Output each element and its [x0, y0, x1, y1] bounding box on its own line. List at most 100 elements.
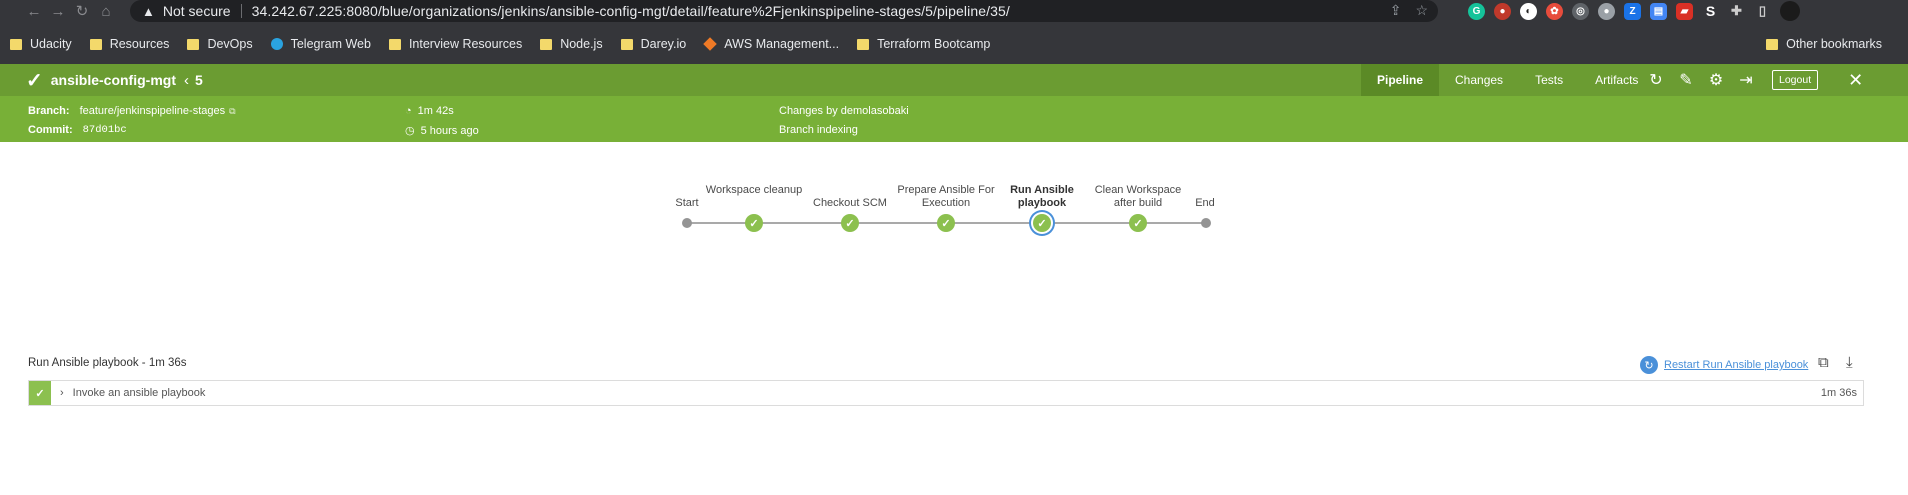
bookmark-udacity[interactable]: Udacity — [10, 37, 72, 51]
stage-label-start: Start — [675, 197, 699, 209]
time-info: ◷ 5 hours ago — [405, 124, 479, 138]
run-number: 5 — [195, 72, 203, 88]
bookmark-dareyio[interactable]: Darey.io — [620, 37, 686, 51]
chevron-right-icon[interactable]: › — [60, 387, 64, 399]
run-header: ✓ ansible-config-mgt ‹ 5 Pipeline Change… — [0, 64, 1908, 96]
stage-node-prepare-ansible[interactable]: ✓ — [937, 214, 955, 232]
folder-icon — [388, 38, 401, 50]
tab-changes[interactable]: Changes — [1439, 64, 1519, 96]
restart-stage-button[interactable]: ↻ Restart Run Ansible playbook — [1640, 356, 1808, 374]
address-actions: ⇪ ☆ — [1390, 2, 1428, 19]
extensions-puzzle-icon[interactable]: ✚ — [1728, 2, 1745, 20]
restart-link[interactable]: Restart Run Ansible playbook — [1664, 359, 1808, 371]
restart-icon: ↻ — [1640, 356, 1658, 374]
reload-icon[interactable]: ↻ — [70, 2, 94, 20]
run-tabs: Pipeline Changes Tests Artifacts — [1361, 64, 1654, 96]
grammarly-icon[interactable]: G — [1468, 2, 1485, 20]
bookmark-aws[interactable]: AWS Management... — [703, 37, 840, 51]
stage-node-checkout-scm[interactable]: ✓ — [841, 214, 859, 232]
stage-node-clean-workspace[interactable]: ✓ — [1129, 214, 1147, 232]
address-divider — [240, 4, 242, 18]
side-panel-icon[interactable]: ▯ — [1754, 2, 1771, 20]
stopwatch-icon: ◔ — [405, 105, 412, 117]
back-icon[interactable]: ← — [22, 3, 46, 20]
branch-label: Branch: — [28, 105, 70, 117]
bookmark-label: Resources — [109, 37, 170, 51]
step-duration: 1m 36s — [1820, 387, 1857, 399]
bookmark-label: Udacity — [30, 37, 72, 51]
url-text[interactable]: 34.242.67.225:8080/blue/organizations/je… — [252, 3, 1010, 19]
bookmark-label: Interview Resources — [408, 37, 523, 51]
bookmark-devops[interactable]: DevOps — [187, 37, 253, 51]
aws-icon — [703, 37, 718, 51]
check-icon: ✓ — [941, 217, 951, 230]
extension-gray-icon[interactable]: ◎ — [1572, 2, 1589, 20]
commit-value[interactable]: 87d01bc — [83, 124, 127, 136]
check-icon: ✓ — [845, 217, 855, 230]
bookmark-label: Terraform Bootcamp — [877, 37, 991, 51]
browser-chrome: ← → ↻ ⌂ ▲ Not secure 34.242.67.225:8080/… — [0, 0, 1908, 64]
open-external-icon[interactable]: ⧉ — [1818, 354, 1829, 371]
telegram-icon — [270, 38, 283, 50]
bookmark-label: Other bookmarks — [1786, 37, 1882, 51]
bookmark-star-icon[interactable]: ☆ — [1415, 2, 1428, 19]
header-actions: ↻ ✎ ⚙ ⇥ Logout ✕ — [1646, 64, 1863, 96]
extension-red-square-icon[interactable]: ▰ — [1676, 2, 1693, 20]
bookmark-terraform[interactable]: Terraform Bootcamp — [857, 37, 990, 51]
extension-blue-icon[interactable]: ▤ — [1650, 2, 1667, 20]
exit-icon[interactable]: ⇥ — [1736, 70, 1756, 90]
bookmark-telegram[interactable]: Telegram Web — [270, 37, 371, 51]
download-icon[interactable]: ⤓ — [1846, 354, 1853, 371]
edit-pencil-icon[interactable]: ✎ — [1676, 70, 1696, 90]
check-icon: ✓ — [1037, 217, 1047, 230]
folder-icon — [89, 38, 102, 50]
step-row[interactable]: ✓ › Invoke an ansible playbook 1m 36s — [28, 380, 1864, 406]
end-node — [1201, 218, 1211, 228]
start-node — [682, 218, 692, 228]
branch-value[interactable]: feature/jenkinspipeline-stages — [80, 105, 226, 117]
external-link-icon[interactable]: ⧉ — [229, 106, 235, 117]
share-icon[interactable]: ⇪ — [1390, 2, 1402, 19]
folder-icon — [1766, 38, 1779, 50]
commit-info: Commit: 87d01bc — [28, 124, 127, 136]
extension-puzzle-gray-icon[interactable]: ● — [1598, 2, 1615, 20]
stage-node-workspace-cleanup[interactable]: ✓ — [745, 214, 763, 232]
extension-s-icon[interactable]: S — [1702, 2, 1719, 20]
stage-label-workspace-cleanup[interactable]: Workspace cleanup — [704, 184, 804, 197]
commit-label: Commit: — [28, 124, 73, 136]
tab-artifacts[interactable]: Artifacts — [1579, 64, 1654, 96]
not-secure-label: Not secure — [162, 3, 231, 19]
extension-z-icon[interactable]: Z — [1624, 2, 1641, 20]
extension-red-icon[interactable]: ● — [1494, 2, 1511, 20]
close-icon[interactable]: ✕ — [1848, 70, 1863, 91]
bookmark-label: AWS Management... — [724, 37, 840, 51]
other-bookmarks[interactable]: Other bookmarks — [1766, 32, 1882, 56]
stage-node-run-ansible[interactable]: ✓ — [1033, 214, 1051, 232]
job-name[interactable]: ansible-config-mgt — [51, 72, 176, 88]
step-name: Invoke an ansible playbook — [72, 387, 206, 399]
bookmarks-bar: Udacity Resources DevOps Telegram Web In… — [0, 32, 1908, 56]
gear-icon[interactable]: ⚙ — [1706, 70, 1726, 90]
extensions-bar: G ● ◐ ✿ ◎ ● Z ▤ ▰ S ✚ ▯ — [1468, 0, 1800, 22]
logout-button[interactable]: Logout — [1772, 70, 1819, 90]
color-picker-icon[interactable]: ✿ — [1546, 2, 1563, 20]
forward-icon[interactable]: → — [46, 3, 70, 20]
branch-info: Branch: feature/jenkinspipeline-stages ⧉ — [28, 105, 236, 117]
address-bar[interactable]: ▲ Not secure 34.242.67.225:8080/blue/org… — [130, 0, 1438, 22]
extension-white-icon[interactable]: ◐ — [1520, 2, 1537, 20]
bookmark-nodejs[interactable]: Node.js — [540, 37, 603, 51]
stage-label-prepare-ansible[interactable]: Prepare Ansible For Execution — [896, 184, 996, 210]
home-icon[interactable]: ⌂ — [94, 3, 118, 20]
time-ago-value: 5 hours ago — [420, 124, 479, 137]
duration-value: 1m 42s — [417, 105, 454, 117]
stage-label-run-ansible[interactable]: Run Ansible playbook — [992, 184, 1092, 210]
avatar[interactable] — [1780, 1, 1800, 21]
changes-value: Changes by demolasobaki — [779, 105, 909, 117]
warning-icon: ▲ — [142, 3, 155, 19]
stage-label-checkout-scm[interactable]: Checkout SCM — [800, 197, 900, 210]
bookmark-resources[interactable]: Resources — [89, 37, 170, 51]
rerun-icon[interactable]: ↻ — [1646, 70, 1666, 90]
bookmark-interview-resources[interactable]: Interview Resources — [388, 37, 523, 51]
tab-tests[interactable]: Tests — [1519, 64, 1579, 96]
tab-pipeline[interactable]: Pipeline — [1361, 64, 1440, 96]
